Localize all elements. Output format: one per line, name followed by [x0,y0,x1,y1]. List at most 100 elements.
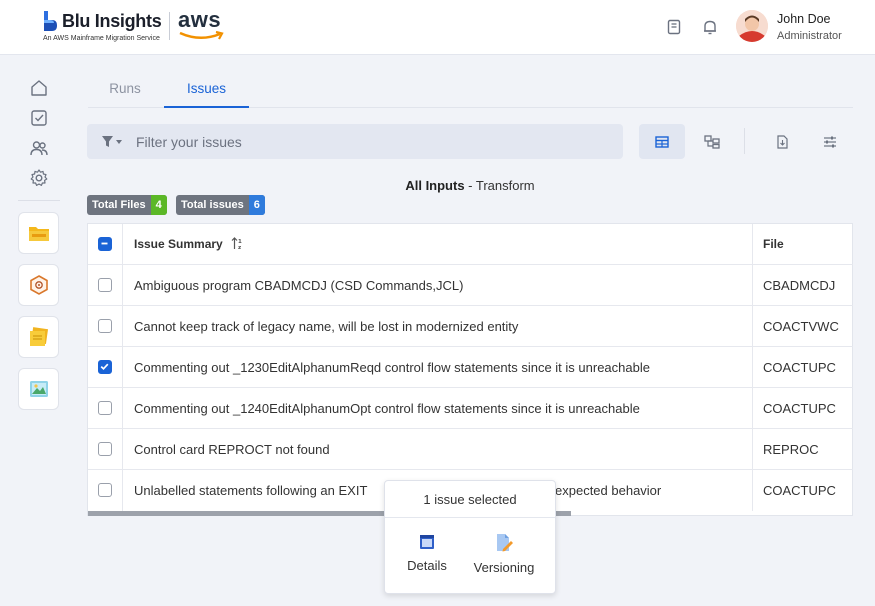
total-files-badge: Total Files 4 [87,195,167,215]
hierarchy-icon [704,134,720,149]
brand-logo[interactable]: Blu Insights An AWS Mainframe Migration … [42,10,162,42]
details-action[interactable]: Details [387,533,467,575]
total-issues-badge: Total issues 6 [176,195,265,215]
column-settings-button[interactable] [807,124,853,159]
select-all-checkbox[interactable] [98,237,112,251]
aws-smile-icon [179,30,224,40]
hexagon-module-icon [29,275,48,295]
issue-summary: Ambiguous program CBADMCDJ (CSD Commands… [134,278,464,293]
row-checkbox-cell [88,347,123,388]
user-role: Administrator [777,30,842,42]
users-icon[interactable] [29,138,49,158]
checkmark-icon [100,363,109,371]
row-checkbox[interactable] [98,483,112,497]
row-checkbox[interactable] [98,278,112,292]
versioning-icon [497,534,513,552]
aws-logo-text: aws [178,7,222,32]
issue-file[interactable]: REPROC [752,429,853,470]
brand-title: Blu Insights [62,11,162,31]
toolbar-divider [744,128,745,154]
issue-summary: Unlabelled statements following an EXIT [134,483,368,498]
tab-bar: Runs Issues [88,74,853,108]
issue-summary: Commenting out _1240EditAlphanumOpt cont… [134,401,640,416]
column-header-file[interactable]: File [752,224,853,265]
table-row[interactable]: Control card REPROCT not found REPROC [88,429,853,470]
avatar [736,10,768,42]
issue-file[interactable]: COACTUPC [752,347,853,388]
tree-view-button[interactable] [689,124,735,159]
select-all-cell [88,224,123,265]
issue-file[interactable]: COACTUPC [752,388,853,429]
row-checkbox-cell [88,388,123,429]
filter-input[interactable]: Filter your issues [136,134,242,150]
sidebar-app-module[interactable] [18,264,59,306]
table-row[interactable]: Commenting out _1240EditAlphanumOpt cont… [88,388,853,429]
table-header-row: Issue Summary 1 z File [88,224,853,265]
selection-action-popup: 1 issue selected Details Versioning [384,480,556,594]
image-gallery-icon [29,381,48,397]
total-issues-label: Total issues [181,199,244,211]
issue-summary: Commenting out _1230EditAlphanumReqd con… [134,360,650,375]
tab-runs[interactable]: Runs [96,74,154,108]
avatar-image-icon [736,10,768,42]
column-header-summary-label: Issue Summary [134,237,223,251]
brand-subtitle: An AWS Mainframe Migration Service [43,35,160,42]
row-checkbox-cell [88,306,123,347]
versioning-label: Versioning [473,560,535,575]
sidebar-divider [18,200,60,201]
folder-icon [28,227,49,241]
row-checkbox-cell [88,265,123,306]
sidebar-app-gallery[interactable] [18,368,59,410]
issue-file[interactable]: COACTVWC [752,306,853,347]
row-checkbox[interactable] [98,360,112,374]
blu-insights-logo-icon [44,11,57,31]
home-icon[interactable] [29,78,49,98]
book-icon[interactable] [665,18,683,36]
total-files-label: Total Files [92,199,146,211]
issue-file[interactable]: COACTUPC [752,470,853,511]
page-title: All Inputs - Transform [0,178,875,193]
issue-summary: Control card REPROCT not found [134,442,330,457]
details-label: Details [407,558,447,573]
bell-icon[interactable] [701,18,719,36]
user-name: John Doe [777,12,831,26]
details-icon [420,535,434,549]
column-header-summary[interactable]: Issue Summary 1 z [134,224,245,265]
row-checkbox[interactable] [98,319,112,333]
row-checkbox-cell [88,470,123,511]
tab-issues[interactable]: Issues [164,74,249,108]
svg-text:z: z [238,245,241,250]
table-view-button[interactable] [639,124,685,159]
issue-file[interactable]: CBADMCDJ [752,265,853,306]
table-row[interactable]: Commenting out _1230EditAlphanumReqd con… [88,347,853,388]
issue-summary-tail: expected behavior [555,483,662,498]
sticky-notes-icon [29,327,48,346]
sliders-icon [824,136,836,147]
page-title-main: All Inputs [405,178,465,193]
user-menu[interactable]: John Doe Administrator [736,10,842,44]
table-row[interactable]: Ambiguous program CBADMCDJ (CSD Commands… [88,265,853,306]
row-checkbox[interactable] [98,442,112,456]
checklist-icon[interactable] [29,108,49,128]
row-checkbox[interactable] [98,401,112,415]
page-title-suffix: - Transform [464,178,535,193]
selection-count-label: 1 issue selected [385,481,555,518]
issue-summary: Cannot keep track of legacy name, will b… [134,319,519,334]
issue-filter-bar[interactable]: Filter your issues [87,124,623,159]
total-files-count: 4 [150,195,167,215]
indeterminate-icon [101,242,108,245]
aws-logo: aws [178,8,226,44]
sidebar-app-folder[interactable] [18,212,59,254]
sidebar-app-notes[interactable] [18,316,59,358]
total-issues-count: 6 [248,195,265,215]
sort-icon[interactable]: 1 z [231,237,245,251]
export-button[interactable] [759,124,805,159]
row-checkbox-cell [88,429,123,470]
filter-icon[interactable] [101,135,123,149]
issues-table: Issue Summary 1 z File Ambiguous program… [87,223,853,516]
table-row[interactable]: Cannot keep track of legacy name, will b… [88,306,853,347]
file-export-icon [777,134,788,149]
brand-divider [169,12,170,40]
table-grid-icon [655,135,669,148]
versioning-action[interactable]: Versioning [464,533,544,577]
